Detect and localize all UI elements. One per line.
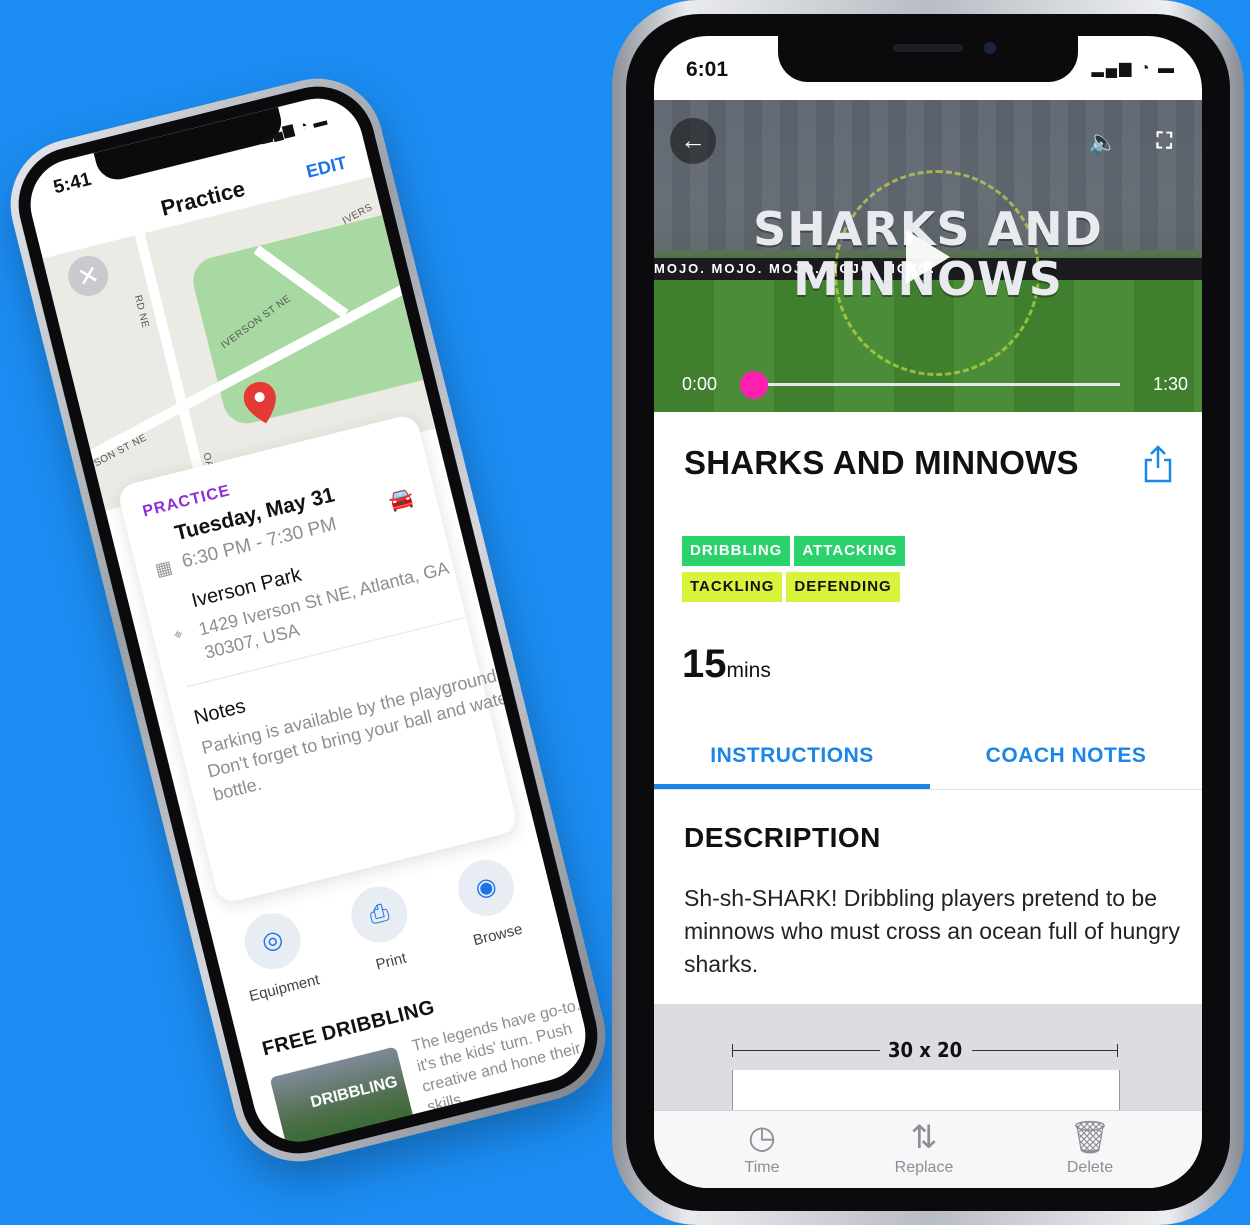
- equipment-action[interactable]: ◎ Equipment: [227, 904, 325, 1006]
- notch: [778, 36, 1078, 82]
- status-time: 5:41: [51, 168, 94, 199]
- drill-title: SHARKS AND MINNOWS: [684, 444, 1079, 481]
- notes-heading: Notes: [191, 695, 248, 730]
- progress-track[interactable]: [754, 383, 1120, 386]
- location-pin-icon: ⌖: [171, 625, 185, 645]
- thumb-text: DRIBBLING: [308, 1073, 400, 1112]
- eye-icon: ◉: [452, 853, 521, 922]
- replace-button[interactable]: ⇅ Replace: [874, 1117, 974, 1177]
- right-screen: MOJO. MOJO. MOJO. MOJO. MOJO. ← 🔈 ⛶ SHAR…: [654, 36, 1202, 1188]
- action-label: Equipment: [247, 971, 322, 1006]
- toolbar-label: Replace: [894, 1159, 954, 1176]
- section-title: FREE DRIBBLING: [259, 996, 438, 1061]
- dimension-label: 30 x 20: [888, 1038, 963, 1062]
- road-label: RD NE: [131, 294, 151, 330]
- fullscreen-icon[interactable]: ⛶: [1157, 128, 1172, 154]
- volume-icon[interactable]: 🔈: [1088, 128, 1118, 157]
- tag-list: DRIBBLING ATTACKING TACKLING DEFENDING: [682, 536, 1002, 608]
- bottom-toolbar: ◷ Time ⇅ Replace 🗑 Delete: [654, 1110, 1202, 1188]
- duration-value: 15: [682, 642, 727, 686]
- time-button[interactable]: ◷ Time: [712, 1117, 812, 1177]
- toolbar-label: Delete: [1066, 1159, 1114, 1176]
- tab-instructions[interactable]: INSTRUCTIONS: [654, 724, 930, 788]
- toolbar-label: Time: [744, 1159, 780, 1176]
- dimension-tick: [1117, 1044, 1118, 1057]
- edit-button[interactable]: EDIT: [304, 152, 349, 182]
- dimension-line: [732, 1050, 880, 1051]
- field-diagram: 30 x 20: [654, 1004, 1202, 1150]
- browse-action[interactable]: ◉ Browse: [441, 851, 539, 953]
- share-icon[interactable]: [1142, 444, 1174, 484]
- front-camera: [984, 42, 996, 54]
- dimension-line: [972, 1050, 1118, 1051]
- notes-text: Parking is available by the playground. …: [199, 664, 516, 805]
- clock-icon: ◷: [748, 1119, 776, 1155]
- print-action[interactable]: ⎙ Print: [334, 878, 432, 980]
- tag-badge: DEFENDING: [786, 572, 900, 602]
- video-player[interactable]: MOJO. MOJO. MOJO. MOJO. MOJO. ← 🔈 ⛶ SHAR…: [654, 100, 1202, 412]
- delete-button[interactable]: 🗑 Delete: [1040, 1117, 1140, 1177]
- speaker: [893, 44, 963, 52]
- current-time: 0:00: [682, 374, 718, 394]
- play-icon[interactable]: [906, 230, 950, 284]
- description-heading: DESCRIPTION: [684, 822, 881, 853]
- action-label: Browse: [471, 920, 525, 950]
- status-time: 6:01: [686, 58, 729, 81]
- description-text: Sh-sh-SHARK! Dribbling players pretend t…: [684, 885, 1181, 977]
- status-icons: ▂▄▆ ◔ ▬: [1091, 60, 1176, 77]
- cone-icon: ◎: [238, 907, 307, 976]
- drill-duration: 15mins: [682, 642, 771, 687]
- right-phone: MOJO. MOJO. MOJO. MOJO. MOJO. ← 🔈 ⛶ SHAR…: [612, 0, 1244, 1225]
- tag-badge: ATTACKING: [794, 536, 906, 566]
- tag-badge: TACKLING: [682, 572, 783, 602]
- action-label: Print: [374, 949, 409, 974]
- car-icon[interactable]: 🚘: [386, 484, 416, 514]
- tab-coach-notes[interactable]: COACH NOTES: [930, 724, 1202, 788]
- back-arrow-icon[interactable]: ←: [670, 118, 716, 164]
- scrubber-knob[interactable]: [740, 371, 768, 399]
- swap-icon: ⇅: [910, 1119, 938, 1155]
- duration-unit: mins: [726, 659, 771, 682]
- print-icon: ⎙: [345, 880, 414, 949]
- calendar-icon: ▦: [153, 556, 175, 581]
- left-screen: 5:41 ▂▄▆ ◔ ▬ IVERSON ST NE SON ST NE RD …: [20, 88, 596, 1152]
- tag-badge: DRIBBLING: [682, 536, 791, 566]
- trash-icon: 🗑: [1069, 1119, 1111, 1155]
- divider: [654, 789, 1202, 790]
- video-duration: 1:30: [1152, 374, 1188, 394]
- left-phone: 5:41 ▂▄▆ ◔ ▬ IVERSON ST NE SON ST NE RD …: [0, 64, 620, 1176]
